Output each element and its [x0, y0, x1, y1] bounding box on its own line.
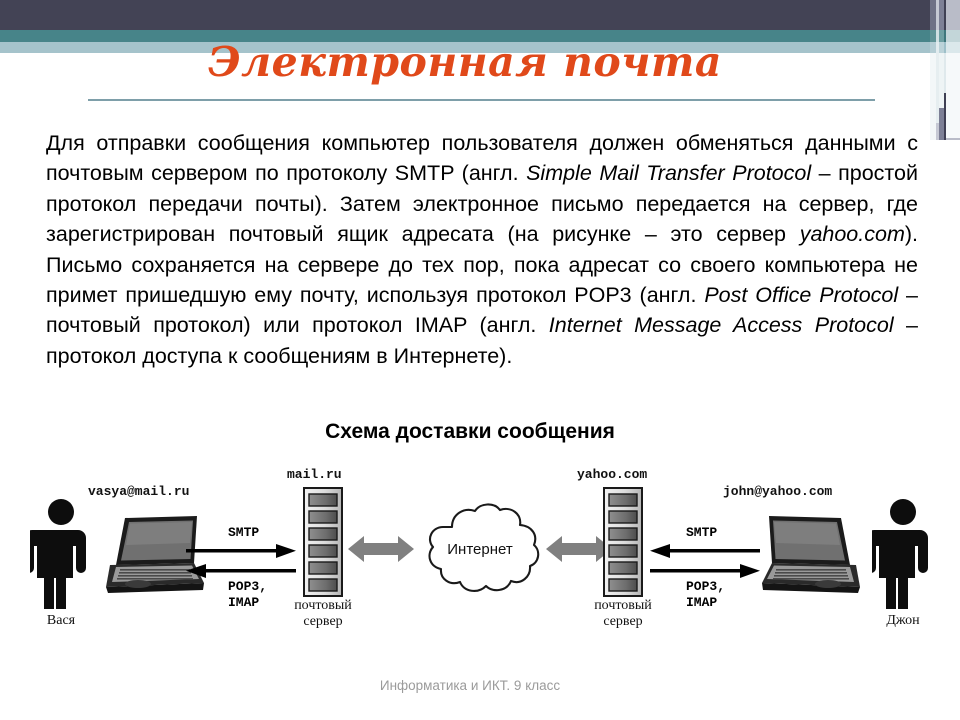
- body-paragraph: Для отправки сообщения компьютер пользов…: [46, 128, 918, 371]
- header-vstripe-light-5: [946, 42, 960, 53]
- laptop-icon-john: [762, 516, 860, 593]
- email-label-vasya: vasya@mail.ru: [88, 484, 190, 499]
- body-term-smtp-expansion: Simple Mail Transfer Protocol: [526, 161, 812, 186]
- header-vstripe-teal-5: [946, 30, 960, 42]
- person-icon-john: [872, 499, 928, 609]
- header-vstripe-fade-5: [946, 53, 960, 138]
- arrow-double-gray-left: [348, 536, 414, 562]
- server-caption-mailru-line2: сервер: [303, 614, 343, 629]
- body-term-pop3-expansion: Post Office Protocol: [704, 283, 899, 308]
- server-caption-yahoo-line1: почтовый: [594, 598, 652, 613]
- server-host-label-yahoo: yahoo.com: [577, 467, 648, 482]
- mail-server-icon-yahoo: [603, 487, 643, 597]
- server-caption-yahoo: почтовый сервер: [563, 598, 683, 630]
- email-label-john: john@yahoo.com: [723, 484, 833, 499]
- body-term-yahoo-host: yahoo.com: [799, 222, 905, 247]
- arrow-right-pop3-imap-right: [650, 564, 760, 578]
- internet-cloud-label: Интернет: [447, 541, 513, 558]
- header-band-dark: [0, 0, 930, 30]
- slide-footer: Информатика и ИКТ. 9 класс: [379, 678, 561, 693]
- arrow-right-smtp-left: [186, 544, 296, 558]
- body-term-imap-expansion: Internet Message Access Protocol: [548, 313, 894, 338]
- server-host-label-mailru: mail.ru: [287, 467, 342, 482]
- person-label-vasya: Вася: [46, 613, 76, 628]
- protocol-label-smtp-left: SMTP: [228, 525, 260, 540]
- person-icon-vasya: [30, 499, 86, 609]
- arrow-left-pop3-imap-left: [186, 564, 296, 578]
- server-caption-yahoo-line2: сервер: [603, 614, 643, 629]
- protocol-label-pop3-right-line1: POP3,: [686, 579, 726, 594]
- arrow-left-smtp-right: [650, 544, 760, 558]
- message-delivery-diagram: Вася vasya@mail.ru SMTP POP3, IMAP mail.…: [0, 455, 960, 655]
- diagram-heading: Схема доставки сообщения: [325, 420, 615, 443]
- title-divider: [88, 99, 875, 101]
- protocol-label-pop3-left-line1: POP3,: [228, 579, 268, 594]
- protocol-label-smtp-right: SMTP: [686, 525, 718, 540]
- protocol-label-imap-right-line2: IMAP: [686, 595, 718, 610]
- server-caption-mailru: почтовый сервер: [263, 598, 383, 630]
- server-caption-mailru-line1: почтовый: [294, 598, 352, 613]
- protocol-label-imap-left-line2: IMAP: [228, 595, 260, 610]
- page-title: Электронная почта: [207, 38, 722, 86]
- mail-server-icon-mailru: [303, 487, 343, 597]
- person-label-john: Джон: [886, 613, 920, 628]
